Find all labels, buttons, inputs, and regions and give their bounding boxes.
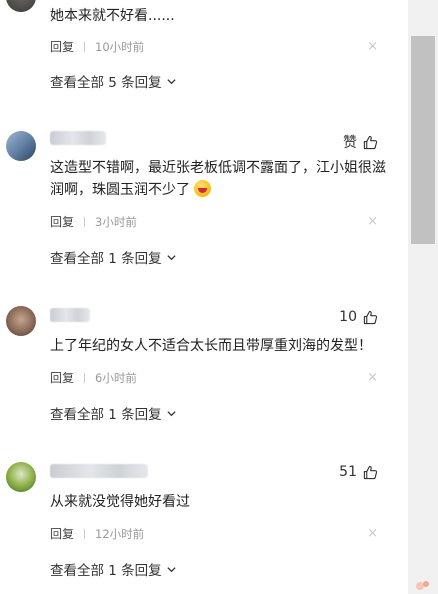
meta-divider [84, 528, 86, 539]
view-all-replies-button[interactable]: 查看全部 1 条回复 [50, 559, 177, 579]
like-count: 51 [339, 464, 357, 480]
reply-button[interactable]: 回复 [50, 213, 74, 230]
reply-button[interactable]: 回复 [50, 525, 74, 542]
avatar[interactable] [6, 462, 36, 492]
username[interactable] [50, 131, 106, 145]
grinning-face-emoji [194, 180, 212, 197]
comment-text-body: 这造型不错啊，最近张老板低调不露面了，江小姐很滋润啊，珠圆玉润不少了 [50, 160, 386, 198]
username[interactable] [50, 464, 148, 478]
close-icon[interactable]: × [367, 215, 378, 228]
view-all-replies-button[interactable]: 查看全部 5 条回复 [50, 71, 177, 91]
comment-meta: 回复 12小时前 [50, 525, 144, 542]
close-icon[interactable]: × [367, 527, 378, 540]
comment-time: 3小时前 [95, 214, 137, 229]
comment-text: 她本来就不好看...... [50, 8, 175, 24]
avatar[interactable] [6, 306, 36, 336]
reply-button[interactable]: 回复 [50, 369, 74, 386]
scrollbar[interactable] [408, 0, 438, 594]
comment-meta: 回复 3小时前 [50, 213, 137, 230]
chevron-down-icon [167, 254, 176, 260]
view-all-replies-button[interactable]: 查看全部 1 条回复 [50, 403, 177, 423]
avatar[interactable] [6, 0, 36, 12]
comment-time: 12小时前 [95, 526, 145, 541]
thumbs-up-icon [363, 135, 378, 149]
comment-list: 她本来就不好看...... 回复 10小时前 × 查看全部 5 条回复 赞 这造… [0, 0, 438, 594]
comment-text: 这造型不错啊，最近张老板低调不露面了，江小姐很滋润啊，珠圆玉润不少了 [50, 157, 390, 201]
comment-time: 10小时前 [95, 39, 145, 54]
comment-meta: 回复 6小时前 [50, 369, 137, 386]
view-all-replies-button[interactable]: 查看全部 1 条回复 [50, 247, 177, 267]
close-icon[interactable]: × [367, 40, 378, 53]
comment-text: 上了年纪的女人不适合太长而且带厚重刘海的发型！ [50, 338, 372, 354]
thumbs-up-icon [363, 465, 378, 479]
view-all-replies-label: 查看全部 1 条回复 [50, 563, 162, 579]
thumbs-up-icon [363, 310, 378, 324]
chevron-down-icon [167, 78, 176, 84]
view-all-replies-label: 查看全部 5 条回复 [50, 75, 162, 91]
view-all-replies-label: 查看全部 1 条回复 [50, 251, 162, 267]
like-label: 赞 [343, 135, 357, 151]
close-icon[interactable]: × [367, 371, 378, 384]
comment-meta: 回复 10小时前 [50, 38, 144, 55]
comment-text: 从来就没觉得她好看过 [50, 494, 190, 510]
like-button[interactable]: 赞 [343, 132, 378, 152]
chevron-down-icon [167, 566, 176, 572]
meta-divider [84, 372, 86, 383]
meta-divider [84, 216, 86, 227]
comment-time: 6小时前 [95, 370, 137, 385]
like-button[interactable]: 10 [339, 309, 378, 325]
view-all-replies-label: 查看全部 1 条回复 [50, 407, 162, 423]
chevron-down-icon [167, 410, 176, 416]
scrollbar-thumb[interactable] [411, 36, 435, 244]
meta-divider [84, 41, 86, 52]
like-button[interactable]: 51 [339, 464, 378, 480]
watermark-icon [416, 581, 429, 590]
username[interactable] [50, 308, 90, 322]
reply-button[interactable]: 回复 [50, 38, 74, 55]
avatar[interactable] [6, 131, 36, 161]
like-count: 10 [339, 309, 357, 325]
